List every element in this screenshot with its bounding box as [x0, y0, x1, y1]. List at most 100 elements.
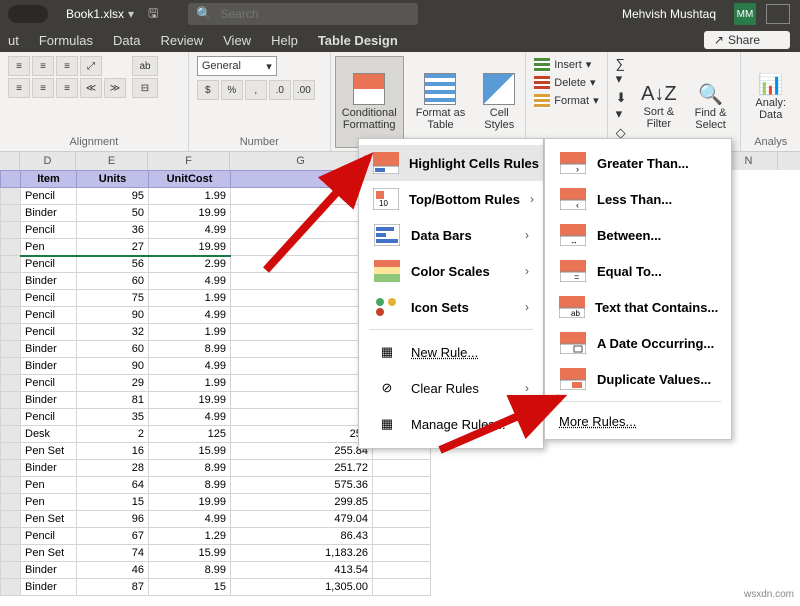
submenu-date-occurring[interactable]: A Date Occurring... [545, 325, 731, 361]
cell-units[interactable]: 28 [77, 460, 149, 477]
submenu-text-contains[interactable]: ab Text that Contains... [545, 289, 731, 325]
row-header[interactable] [1, 290, 21, 307]
menu-icon-sets[interactable]: Icon Sets› [359, 289, 543, 325]
cell-unitcost[interactable]: 8.99 [149, 477, 231, 494]
cell-g[interactable]: 413.54 [231, 562, 373, 579]
merge-icon[interactable]: ⊟ [132, 78, 158, 98]
cell-item[interactable]: Binder [21, 205, 77, 222]
cell-units[interactable]: 35 [77, 409, 149, 426]
tab-formulas[interactable]: Formulas [39, 33, 93, 48]
cell-item[interactable]: Pencil [21, 528, 77, 545]
row-header[interactable] [1, 239, 21, 256]
cell-item[interactable]: Binder [21, 358, 77, 375]
cell-item[interactable]: Pen Set [21, 511, 77, 528]
autosum-icon[interactable]: ∑ ▾ [616, 56, 629, 87]
row-header[interactable] [1, 188, 21, 205]
align-center-icon[interactable]: ≡ [32, 78, 54, 98]
decimal-dec-icon[interactable]: .00 [293, 80, 315, 100]
cell-unitcost[interactable]: 4.99 [149, 222, 231, 239]
header-units[interactable]: Units [77, 171, 149, 188]
row-header[interactable] [1, 528, 21, 545]
row-header[interactable] [1, 256, 21, 273]
row-header[interactable] [1, 341, 21, 358]
cell-units[interactable]: 46 [77, 562, 149, 579]
format-cells-button[interactable]: Format ▾ [534, 92, 598, 110]
cell-units[interactable]: 95 [77, 188, 149, 205]
cell-item[interactable]: Pen [21, 239, 77, 256]
submenu-less-than[interactable]: ‹ Less Than... [545, 181, 731, 217]
cell-g[interactable]: 479.04 [231, 511, 373, 528]
cell-item[interactable]: Pencil [21, 307, 77, 324]
cell-g[interactable] [231, 324, 373, 341]
row-header[interactable] [1, 392, 21, 409]
window-mode-icon[interactable] [766, 4, 790, 24]
submenu-duplicate-values[interactable]: Duplicate Values... [545, 361, 731, 397]
row-header[interactable] [1, 171, 21, 188]
indent-dec-icon[interactable]: ≪ [80, 78, 102, 98]
cell-units[interactable]: 15 [77, 494, 149, 511]
cell-item[interactable]: Pen Set [21, 443, 77, 460]
cell-g[interactable] [231, 358, 373, 375]
submenu-between[interactable]: ↔ Between... [545, 217, 731, 253]
row-header[interactable] [1, 579, 21, 596]
align-right-icon[interactable]: ≡ [56, 78, 78, 98]
cell-units[interactable]: 81 [77, 392, 149, 409]
wrap-text-icon[interactable]: ab [132, 56, 158, 76]
row-header[interactable] [1, 222, 21, 239]
cell-unitcost[interactable]: 1.99 [149, 290, 231, 307]
select-all-corner[interactable] [0, 152, 20, 170]
cell-unitcost[interactable]: 2.99 [149, 256, 231, 273]
insert-cells-button[interactable]: Insert ▾ [534, 56, 598, 74]
number-format-combo[interactable]: General▾ [197, 56, 277, 76]
menu-clear-rules[interactable]: ⊘ Clear Rules› [359, 370, 543, 406]
cell-item[interactable]: Pen Set [21, 545, 77, 562]
cell-unitcost[interactable]: 4.99 [149, 511, 231, 528]
autosave-toggle[interactable] [8, 5, 48, 23]
cell-g[interactable] [231, 307, 373, 324]
format-as-table-button[interactable]: Format as Table [410, 56, 472, 148]
row-header[interactable] [1, 477, 21, 494]
submenu-equal-to[interactable]: = Equal To... [545, 253, 731, 289]
align-bottom-icon[interactable]: ≡ [56, 56, 78, 76]
cell-unitcost[interactable]: 15.99 [149, 443, 231, 460]
col-header-g[interactable]: G [230, 152, 372, 170]
menu-data-bars[interactable]: Data Bars› [359, 217, 543, 253]
row-header[interactable] [1, 205, 21, 222]
col-header-e[interactable]: E [76, 152, 148, 170]
user-name[interactable]: Mehvish Mushtaq [622, 7, 716, 21]
tab-data[interactable]: Data [113, 33, 140, 48]
col-header-f[interactable]: F [148, 152, 230, 170]
cell-unitcost[interactable]: 125 [149, 426, 231, 443]
cell-unitcost[interactable]: 8.99 [149, 562, 231, 579]
cell-g[interactable] [231, 341, 373, 358]
cell-unitcost[interactable]: 15.99 [149, 545, 231, 562]
cell-item[interactable]: Pencil [21, 290, 77, 307]
accounting-icon[interactable]: $ [197, 80, 219, 100]
cell-item[interactable]: Pencil [21, 188, 77, 205]
submenu-more-rules[interactable]: More Rules... [545, 406, 731, 433]
cell-unitcost[interactable]: 15 [149, 579, 231, 596]
cell-unitcost[interactable]: 1.99 [149, 324, 231, 341]
cell-g[interactable] [231, 239, 373, 256]
tab-table-design[interactable]: Table Design [318, 33, 398, 48]
orientation-icon[interactable]: ⤢ [80, 56, 102, 76]
delete-cells-button[interactable]: Delete ▾ [534, 74, 598, 92]
cell-unitcost[interactable]: 19.99 [149, 239, 231, 256]
col-header-d[interactable]: D [20, 152, 76, 170]
cell-g[interactable]: 250 [231, 426, 373, 443]
cell-styles-button[interactable]: Cell Styles [477, 56, 521, 148]
cell-g[interactable] [231, 409, 373, 426]
cell-units[interactable]: 96 [77, 511, 149, 528]
align-top-icon[interactable]: ≡ [8, 56, 30, 76]
cell-item[interactable]: Pencil [21, 409, 77, 426]
row-header[interactable] [1, 562, 21, 579]
cell-unitcost[interactable]: 1.99 [149, 375, 231, 392]
conditional-formatting-button[interactable]: Conditional Formatting [335, 56, 404, 148]
cell-unitcost[interactable]: 4.99 [149, 273, 231, 290]
cell-g[interactable] [231, 256, 373, 273]
cell-g[interactable]: 255.84 [231, 443, 373, 460]
cell-unitcost[interactable]: 19.99 [149, 205, 231, 222]
cell-units[interactable]: 90 [77, 307, 149, 324]
cell-units[interactable]: 60 [77, 341, 149, 358]
row-header[interactable] [1, 375, 21, 392]
